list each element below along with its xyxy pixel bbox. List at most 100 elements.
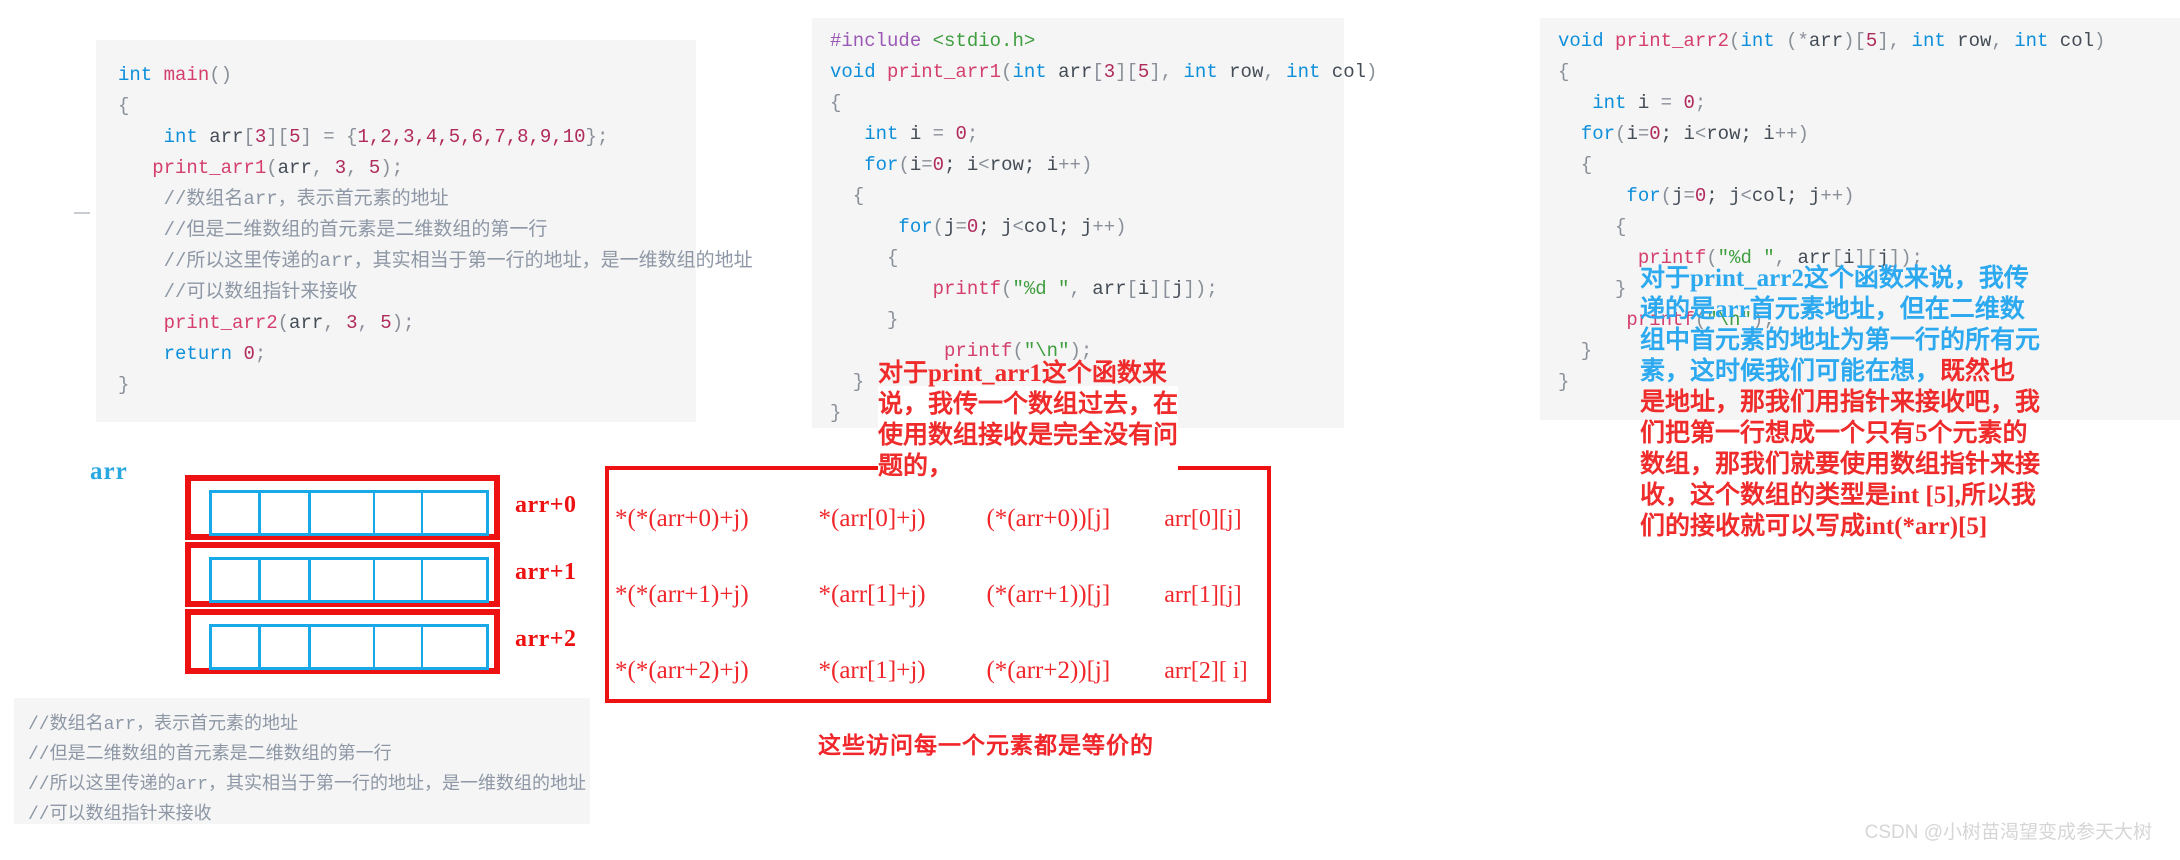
code-token: 0 <box>1694 185 1707 207</box>
code-token: i <box>909 154 922 176</box>
code-token: arr <box>1808 30 1844 52</box>
diagram-row-outer-0 <box>185 475 500 540</box>
code-token: //所以这里传递的arr，其实相当于第一行的地址，是一维数组的地址 <box>118 250 753 272</box>
code-token: i <box>1137 278 1150 300</box>
code-token: 0 <box>932 154 945 176</box>
diagram-cell <box>375 627 424 667</box>
code-token: int <box>1911 30 1946 52</box>
code-token: ++ <box>1058 154 1081 176</box>
code-line: for(i=0; i<row; i++) <box>830 150 1344 181</box>
code-token: 1,2,3,4,5,6,7,8,9,10 <box>357 126 586 148</box>
code-token: , <box>357 312 381 334</box>
code-token: 5 <box>1865 30 1878 52</box>
code-token: )[ <box>1843 30 1866 52</box>
code-token: int <box>1592 92 1627 114</box>
code-token: int <box>1740 30 1775 52</box>
code-line: printf("%d ", arr[i][j]); <box>830 274 1344 305</box>
code-token: 5 <box>1137 61 1150 83</box>
code-token: 3 <box>346 312 358 334</box>
table-row: *(*(arr+1)+j) *(arr[1]+j) (*(arr+1))[j] … <box>609 556 1267 634</box>
code-token: //数组名arr，表示首元素的地址 <box>118 188 449 210</box>
expr-cell: arr[0][j] <box>1164 505 1242 532</box>
code-line: void print_arr1(int arr[3][5], int row, … <box>830 57 1377 88</box>
code-token: int <box>1286 61 1321 83</box>
code-token: { <box>830 247 899 269</box>
code-token: ( <box>277 312 290 334</box>
diagram-cell <box>311 627 376 667</box>
expr-cell: *(*(arr+2)+j) <box>615 657 749 684</box>
code-token: for <box>1580 123 1616 145</box>
diagram-cell <box>212 627 262 667</box>
diagram-cell <box>212 493 262 533</box>
code-token: } <box>830 371 865 393</box>
expression-equivalence-table: *(*(arr+0)+j) *(arr[0]+j) (*(arr+0))[j] … <box>605 466 1271 703</box>
code-line: { <box>1558 150 2180 181</box>
code-line: //但是二维数组的首元素是二维数组的第一行 <box>118 215 696 246</box>
left-tick-mark <box>74 212 90 214</box>
table-caption: 这些访问每一个元素都是等价的 <box>818 733 1154 758</box>
code-token: ( <box>266 157 278 179</box>
code-token: ][ <box>1115 61 1138 83</box>
code-token: ; i <box>944 154 979 176</box>
code-line: print_arr2(arr, 3, 5); <box>118 308 696 339</box>
code-token: ( <box>1615 123 1627 145</box>
code-line: //可以数组指针来接收 <box>118 277 696 308</box>
code-block-main: int main(){ int arr[3][5] = {1,2,3,4,5,6… <box>96 40 753 422</box>
expr-cell: arr[1][j] <box>1164 581 1242 608</box>
code-line: { <box>830 88 1344 119</box>
code-token: ( <box>1660 185 1673 207</box>
code-token: ], <box>1877 30 1912 52</box>
code-line: //所以这里传递的arr，其实相当于第一行的地址，是一维数组的地址 <box>28 770 590 800</box>
code-token: (* <box>1786 30 1809 52</box>
code-token: 0 <box>955 123 967 145</box>
code-line: } <box>830 305 1344 336</box>
code-line: } <box>118 370 696 401</box>
code-token: ( <box>1001 61 1013 83</box>
code-line: { <box>830 181 1344 212</box>
diagram-row-inner-0 <box>209 490 489 536</box>
expr-cell: arr[2][ i] <box>1164 657 1248 684</box>
code-token: 0 <box>1683 92 1695 114</box>
code-token: arr <box>197 126 244 148</box>
code-token: }; <box>585 126 609 148</box>
code-token: //数组名arr，表示首元素的地址 <box>28 715 299 735</box>
code-token: } <box>830 402 842 424</box>
expr-cell: *(arr[1]+j) <box>818 581 926 608</box>
code-token: j <box>1672 185 1684 207</box>
code-token: ++ <box>1092 216 1116 238</box>
code-token: = <box>932 123 956 145</box>
code-token: j <box>944 216 956 238</box>
code-line: int arr[3][5] = {1,2,3,4,5,6,7,8,9,10}; <box>118 122 696 153</box>
code-token: ( <box>898 154 910 176</box>
code-token: , <box>1991 30 2015 52</box>
code-token: ( <box>932 216 945 238</box>
code-token: col <box>2048 30 2095 52</box>
code-token: } <box>1558 340 1593 362</box>
code-token: = <box>921 154 933 176</box>
code-token: ( <box>1001 278 1013 300</box>
code-token: arr <box>1046 61 1093 83</box>
expr-cell: (*(arr+0))[j] <box>986 505 1111 532</box>
code-token: , <box>1263 61 1287 83</box>
table-row: *(*(arr+0)+j) *(arr[0]+j) (*(arr+0))[j] … <box>609 480 1267 558</box>
code-token: ; j <box>1786 185 1821 207</box>
code-token: void <box>1558 30 1604 52</box>
code-token: main <box>163 64 210 86</box>
code-token: 5 <box>368 157 381 179</box>
code-token: int <box>1183 61 1218 83</box>
diagram-row-outer-2 <box>185 609 500 674</box>
code-token: #include <box>830 30 922 52</box>
code-token: < <box>978 154 990 176</box>
code-token: ++ <box>1774 123 1798 145</box>
code-token: i <box>1626 123 1638 145</box>
